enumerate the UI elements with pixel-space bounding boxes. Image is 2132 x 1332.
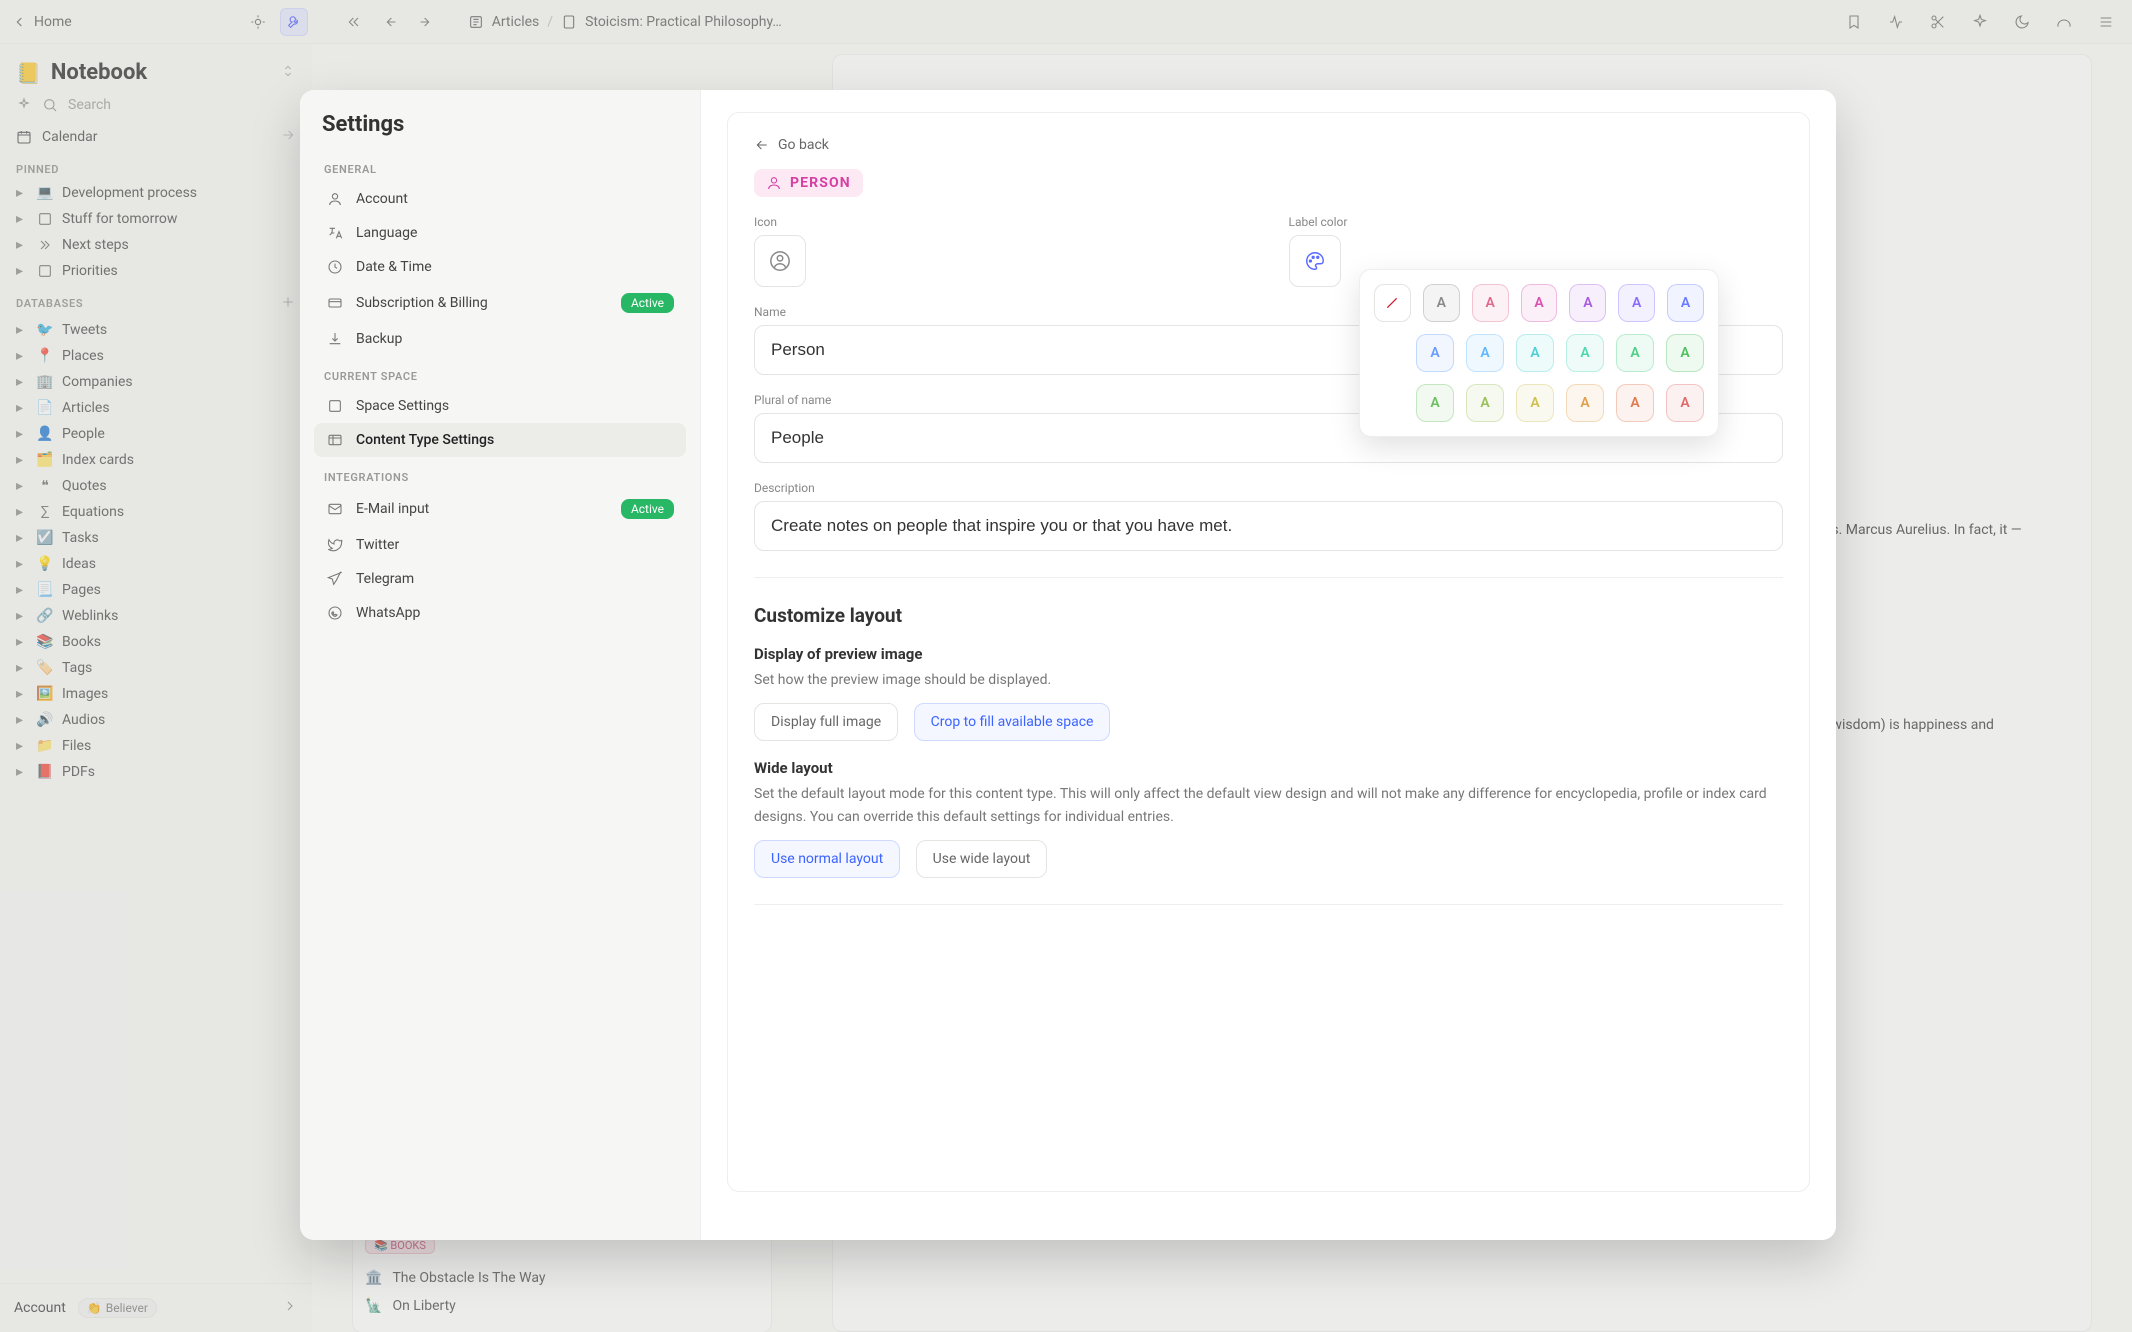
color-swatch[interactable]: A <box>1616 334 1654 372</box>
settings-modal: Settings GENERAL Account Language Date &… <box>300 90 1836 1240</box>
color-swatch[interactable]: A <box>1666 384 1704 422</box>
color-swatch[interactable]: A <box>1472 284 1509 322</box>
preview-sub: Set how the preview image should be disp… <box>754 669 1783 691</box>
description-input[interactable] <box>754 501 1783 551</box>
section-integrations: INTEGRATIONS <box>314 457 686 490</box>
settings-email[interactable]: E-Mail inputActive <box>314 490 686 528</box>
icon-picker[interactable] <box>754 235 806 287</box>
color-swatch[interactable]: A <box>1521 284 1558 322</box>
preview-crop-button[interactable]: Crop to fill available space <box>914 703 1111 741</box>
settings-language[interactable]: Language <box>314 216 686 250</box>
description-label: Description <box>754 481 1783 495</box>
color-swatch[interactable]: A <box>1618 284 1655 322</box>
color-swatch[interactable]: A <box>1516 334 1554 372</box>
section-space: CURRENT SPACE <box>314 356 686 389</box>
color-picker-button[interactable] <box>1289 235 1341 287</box>
color-swatch[interactable]: A <box>1416 334 1454 372</box>
settings-title: Settings <box>314 112 686 149</box>
settings-datetime[interactable]: Date & Time <box>314 250 686 284</box>
color-palette-popover: AAAAAA AAAAAA AAAAAA <box>1359 269 1719 437</box>
color-swatch[interactable]: A <box>1667 284 1704 322</box>
color-swatch[interactable]: A <box>1423 284 1460 322</box>
person-circle-icon <box>769 250 791 272</box>
section-general: GENERAL <box>314 149 686 182</box>
type-chip: PERSON <box>754 169 863 197</box>
wide-sub: Set the default layout mode for this con… <box>754 783 1783 828</box>
color-swatch[interactable]: A <box>1466 334 1504 372</box>
color-swatch[interactable]: A <box>1616 384 1654 422</box>
color-swatch[interactable]: A <box>1466 384 1504 422</box>
preview-heading: Display of preview image <box>754 645 1783 663</box>
color-swatch[interactable]: A <box>1566 384 1604 422</box>
color-label: Label color <box>1289 215 1784 229</box>
settings-detail: Go back PERSON Icon Label color <box>700 90 1836 1240</box>
color-swatch[interactable] <box>1374 284 1411 322</box>
active-badge: Active <box>621 293 674 313</box>
go-back-button[interactable]: Go back <box>754 133 1783 169</box>
settings-billing[interactable]: Subscription & BillingActive <box>314 284 686 322</box>
color-swatch[interactable]: A <box>1666 334 1704 372</box>
wide-normal-button[interactable]: Use normal layout <box>754 840 900 878</box>
preview-full-button[interactable]: Display full image <box>754 703 898 741</box>
palette-icon <box>1304 250 1326 272</box>
customize-heading: Customize layout <box>754 604 1783 627</box>
color-swatch[interactable]: A <box>1516 384 1554 422</box>
settings-twitter[interactable]: Twitter <box>314 528 686 562</box>
wide-heading: Wide layout <box>754 759 1783 777</box>
arrow-left-icon <box>754 137 770 153</box>
settings-space[interactable]: Space Settings <box>314 389 686 423</box>
active-badge: Active <box>621 499 674 519</box>
color-swatch[interactable]: A <box>1569 284 1606 322</box>
icon-label: Icon <box>754 215 1249 229</box>
settings-whatsapp[interactable]: WhatsApp <box>314 596 686 630</box>
settings-sidebar: Settings GENERAL Account Language Date &… <box>300 90 700 1240</box>
settings-account[interactable]: Account <box>314 182 686 216</box>
person-icon <box>766 175 782 191</box>
color-swatch[interactable]: A <box>1566 334 1604 372</box>
settings-backup[interactable]: Backup <box>314 322 686 356</box>
wide-wide-button[interactable]: Use wide layout <box>916 840 1048 878</box>
settings-content-type[interactable]: Content Type Settings <box>314 423 686 457</box>
color-swatch[interactable]: A <box>1416 384 1454 422</box>
settings-telegram[interactable]: Telegram <box>314 562 686 596</box>
